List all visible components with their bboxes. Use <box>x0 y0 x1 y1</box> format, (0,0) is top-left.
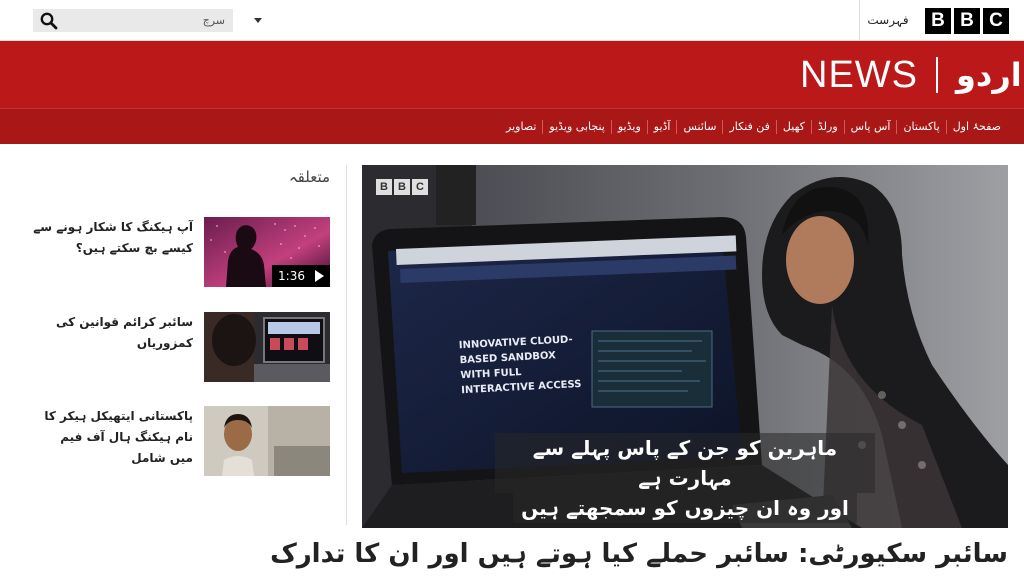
screen-headline: INNOVATIVE CLOUD-BASED SANDBOX WITH FULL… <box>458 334 582 397</box>
more-dropdown[interactable] <box>247 8 269 33</box>
related-thumbnail[interactable] <box>204 312 330 382</box>
main-video-image[interactable]: INNOVATIVE CLOUD-BASED SANDBOX WITH FULL… <box>362 165 1008 528</box>
bbc-logo-letter: B <box>925 8 951 34</box>
search-icon[interactable] <box>40 12 58 30</box>
bbc-watermark: B B C <box>376 179 428 195</box>
top-bar: فہرست B B C <box>0 0 1024 41</box>
bbc-logo[interactable]: B B C <box>925 8 1009 34</box>
bbc-watermark-letter: B <box>376 179 392 195</box>
video-caption: ماہرین کو جن کے پاس پہلے سے مہارت ہے اور… <box>495 433 875 523</box>
menu-button[interactable]: فہرست <box>866 9 910 32</box>
nav-list: صفحۂ اول پاکستان آس پاس ورلڈ کھیل فن فنک… <box>500 109 1007 145</box>
related-item[interactable]: سائبر کرائم قوانین کی کمزوریاں <box>33 312 330 382</box>
bbc-watermark-letter: B <box>394 179 410 195</box>
nav-item-pakistan[interactable]: پاکستان <box>896 120 945 134</box>
caption-line-2: اور وہ ان چیزوں کو سمجھتے ہیں <box>513 493 857 523</box>
related-item-title[interactable]: آپ ہیکنگ کا شکار ہونے سے کیسے بچ سکتے ہی… <box>33 217 193 259</box>
nav-item-pictures[interactable]: تصاویر <box>500 120 542 134</box>
related-thumbnail[interactable] <box>204 406 330 476</box>
nav-item-punjabi-video[interactable]: پنجابی ویڈیو <box>542 120 610 134</box>
related-item[interactable]: آپ ہیکنگ کا شکار ہونے سے کیسے بچ سکتے ہی… <box>33 217 330 287</box>
language-wordmark: اردو <box>956 56 1022 94</box>
chevron-down-icon <box>254 18 262 23</box>
nav-item-sport[interactable]: کھیل <box>775 120 811 134</box>
search-input[interactable] <box>63 9 229 32</box>
nav-item-arts[interactable]: فن فنکار <box>722 120 775 134</box>
bbc-logo-letter: B <box>954 8 980 34</box>
related-heading: متعلقہ <box>288 168 330 186</box>
nav-item-video[interactable]: ویڈیو <box>610 120 647 134</box>
divider <box>859 0 860 41</box>
nav-item-audio[interactable]: آڈیو <box>646 120 677 134</box>
related-item-title[interactable]: پاکستانی ایتھیکل ہیکر کا نام ہیکنگ ہال آ… <box>33 406 193 469</box>
related-item[interactable]: پاکستانی ایتھیکل ہیکر کا نام ہیکنگ ہال آ… <box>33 406 330 476</box>
logo-divider <box>936 57 938 93</box>
bbc-logo-letter: C <box>983 8 1009 34</box>
caption-line-1: ماہرین کو جن کے پاس پہلے سے مہارت ہے <box>495 433 875 493</box>
related-item-title[interactable]: سائبر کرائم قوانین کی کمزوریاں <box>33 312 193 354</box>
main-navigation: صفحۂ اول پاکستان آس پاس ورلڈ کھیل فن فنک… <box>0 108 1024 144</box>
duration-text: 1:36 <box>278 269 305 283</box>
news-urdu-logo[interactable]: NEWS اردو <box>800 52 1022 98</box>
nav-item-world[interactable]: ورلڈ <box>810 120 844 134</box>
video-duration-badge[interactable]: 1:36 <box>272 265 330 287</box>
play-icon <box>315 270 324 282</box>
article-headline: سائبر سکیورٹی: سائبر حملے کیا ہوتے ہیں ا… <box>270 539 1008 569</box>
nav-item-region[interactable]: آس پاس <box>843 120 897 134</box>
news-wordmark: NEWS <box>800 53 918 96</box>
young-hacker-portrait-image <box>204 406 330 476</box>
nav-item-home[interactable]: صفحۂ اول <box>945 120 1007 134</box>
nav-item-science[interactable]: سائنس <box>676 120 722 134</box>
sidebar-divider <box>346 165 347 525</box>
related-thumbnail[interactable]: 1:36 <box>204 217 330 287</box>
laptop-user-image <box>204 312 330 382</box>
search-box[interactable] <box>33 9 233 32</box>
bbc-watermark-letter: C <box>412 179 428 195</box>
